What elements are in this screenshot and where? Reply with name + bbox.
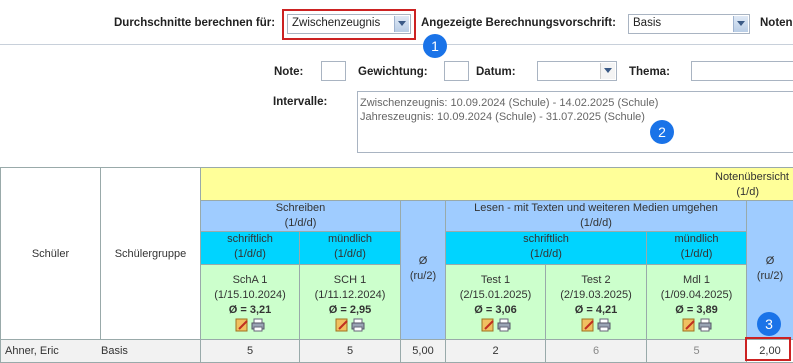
grade-cell[interactable]: 5 — [300, 340, 401, 363]
subject1-sub: (1/d/d) — [284, 217, 317, 229]
highlight-3 — [745, 337, 791, 361]
date-label: Datum: — [476, 66, 516, 78]
printer-icon[interactable] — [351, 318, 365, 332]
header-group-label: Schülergruppe — [114, 248, 187, 260]
s1-oral-title: mündlich — [327, 233, 373, 245]
exam-meta: (1/09.04.2025) — [660, 289, 733, 301]
row-student[interactable]: Ahner, Eric — [0, 340, 101, 363]
subject2-avg-sub: (ru/2) — [756, 270, 784, 282]
interval-item: Jahreszeugnis: 10.09.2024 (Schule) - 31.… — [360, 111, 645, 123]
chevron-down-icon[interactable] — [733, 16, 748, 32]
subject1-title: Schreiben — [275, 202, 326, 214]
subject2-sub: (1/d/d) — [580, 217, 612, 229]
exam-column-header[interactable]: SCH 1 (1/11.12.2024) Ø = 2,95 — [300, 265, 401, 340]
exam-name: Test 1 — [480, 274, 511, 286]
rule-label: Angezeigte Berechnungsvorschrift: — [421, 17, 616, 29]
topic-label: Thema: — [629, 66, 670, 78]
printer-icon[interactable] — [497, 318, 511, 332]
grade-cell[interactable]: 2 — [446, 340, 546, 363]
header-s2-written: schriftlich (1/d/d) — [446, 232, 647, 265]
exam-average: Ø = 3,21 — [228, 304, 272, 316]
s2-oral-title: mündlich — [674, 233, 719, 245]
grade-cell[interactable]: 5 — [201, 340, 300, 363]
subject2-avg-title: Ø — [765, 255, 775, 267]
intervals-label: Intervalle: — [273, 96, 328, 108]
badge-2: 2 — [650, 120, 674, 144]
s2-oral-sub: (1/d/d) — [680, 248, 713, 260]
badge-1: 1 — [423, 34, 447, 58]
printer-icon[interactable] — [698, 318, 712, 332]
exam-average: Ø = 2,95 — [328, 304, 372, 316]
edit-icon[interactable] — [335, 318, 349, 332]
edit-icon[interactable] — [581, 318, 595, 332]
weight-label: Gewichtung: — [358, 66, 428, 78]
intervals-list[interactable]: Zwischenzeugnis: 10.09.2024 (Schule) - 1… — [357, 91, 793, 153]
edit-icon[interactable] — [235, 318, 249, 332]
average-select-value: Zwischenzeugnis — [292, 17, 381, 29]
header-s1-written: schriftlich (1/d/d) — [201, 232, 300, 265]
weight-input[interactable] — [444, 61, 469, 81]
exam-name: Mdl 1 — [683, 274, 710, 286]
header-s2-oral: mündlich (1/d/d) — [647, 232, 747, 265]
header-s1-oral: mündlich (1/d/d) — [300, 232, 401, 265]
subject2-title: Lesen - mit Texten und weiteren Medien u… — [474, 202, 718, 214]
s2-written-title: schriftlich — [523, 233, 569, 245]
exam-name: SCH 1 — [333, 274, 367, 286]
rule-select[interactable]: Basis — [628, 14, 750, 34]
s1-written-sub: (1/d/d) — [234, 248, 266, 260]
average-label: Durchschnitte berechnen für: — [114, 17, 276, 29]
note-input[interactable] — [321, 61, 346, 81]
row-group[interactable]: Basis — [101, 340, 201, 363]
exam-column-header[interactable]: Test 2 (2/19.03.2025) Ø = 4,21 — [546, 265, 647, 340]
rule-select-value: Basis — [633, 17, 662, 29]
s1-written-title: schriftlich — [227, 233, 273, 245]
exam-average: Ø = 3,89 — [675, 304, 718, 316]
header-subject1: Schreiben (1/d/d) — [201, 201, 401, 232]
header-student: Schüler — [0, 168, 101, 340]
header-student-label: Schüler — [31, 248, 70, 260]
average-select[interactable]: Zwischenzeugnis — [287, 14, 411, 34]
header-overview: Notenübersicht (1/d) — [201, 168, 793, 201]
note-label: Note: — [274, 66, 304, 78]
exam-column-header[interactable]: Mdl 1 (1/09.04.2025) Ø = 3,89 — [647, 265, 747, 340]
exam-average: Ø = 3,06 — [474, 304, 517, 316]
exam-name: Test 2 — [581, 274, 611, 286]
exam-column-header[interactable]: SchA 1 (1/15.10.2024) Ø = 3,21 — [201, 265, 300, 340]
s1-oral-sub: (1/d/d) — [334, 248, 366, 260]
subject1-avg-title: Ø — [418, 255, 428, 267]
exam-meta: (2/19.03.2025) — [560, 289, 632, 301]
header-subject1-avg: Ø (ru/2) — [401, 201, 446, 340]
grade-cell[interactable]: 5 — [647, 340, 747, 363]
badge-3: 3 — [757, 312, 781, 336]
exam-meta: (1/11.12.2024) — [314, 289, 386, 301]
average-cell: 5,00 — [401, 340, 446, 363]
interval-item: Zwischenzeugnis: 10.09.2024 (Schule) - 1… — [360, 97, 659, 109]
overview-title: Notenübersicht — [715, 171, 789, 183]
grades-table: Schüler Schülergruppe Notenübersicht (1/… — [0, 167, 793, 363]
exam-name: SchA 1 — [232, 274, 268, 286]
subject1-avg-sub: (ru/2) — [409, 270, 437, 282]
date-input[interactable] — [537, 61, 617, 81]
grades-label: Noten — [760, 17, 793, 29]
topic-input[interactable] — [691, 61, 793, 81]
exam-average: Ø = 4,21 — [574, 304, 618, 316]
exam-column-header[interactable]: Test 1 (2/15.01.2025) Ø = 3,06 — [446, 265, 546, 340]
printer-icon[interactable] — [597, 318, 611, 332]
printer-icon[interactable] — [251, 318, 265, 332]
header-subject2: Lesen - mit Texten und weiteren Medien u… — [446, 201, 747, 232]
s2-written-sub: (1/d/d) — [530, 248, 562, 260]
exam-meta: (2/15.01.2025) — [459, 289, 532, 301]
grade-cell[interactable]: 6 — [546, 340, 647, 363]
exam-meta: (1/15.10.2024) — [214, 289, 286, 301]
edit-icon[interactable] — [682, 318, 696, 332]
overview-sub: (1/d) — [736, 186, 759, 198]
header-group: Schülergruppe — [101, 168, 201, 340]
chevron-down-icon[interactable] — [394, 16, 409, 32]
edit-icon[interactable] — [481, 318, 495, 332]
chevron-down-icon[interactable] — [600, 63, 615, 79]
